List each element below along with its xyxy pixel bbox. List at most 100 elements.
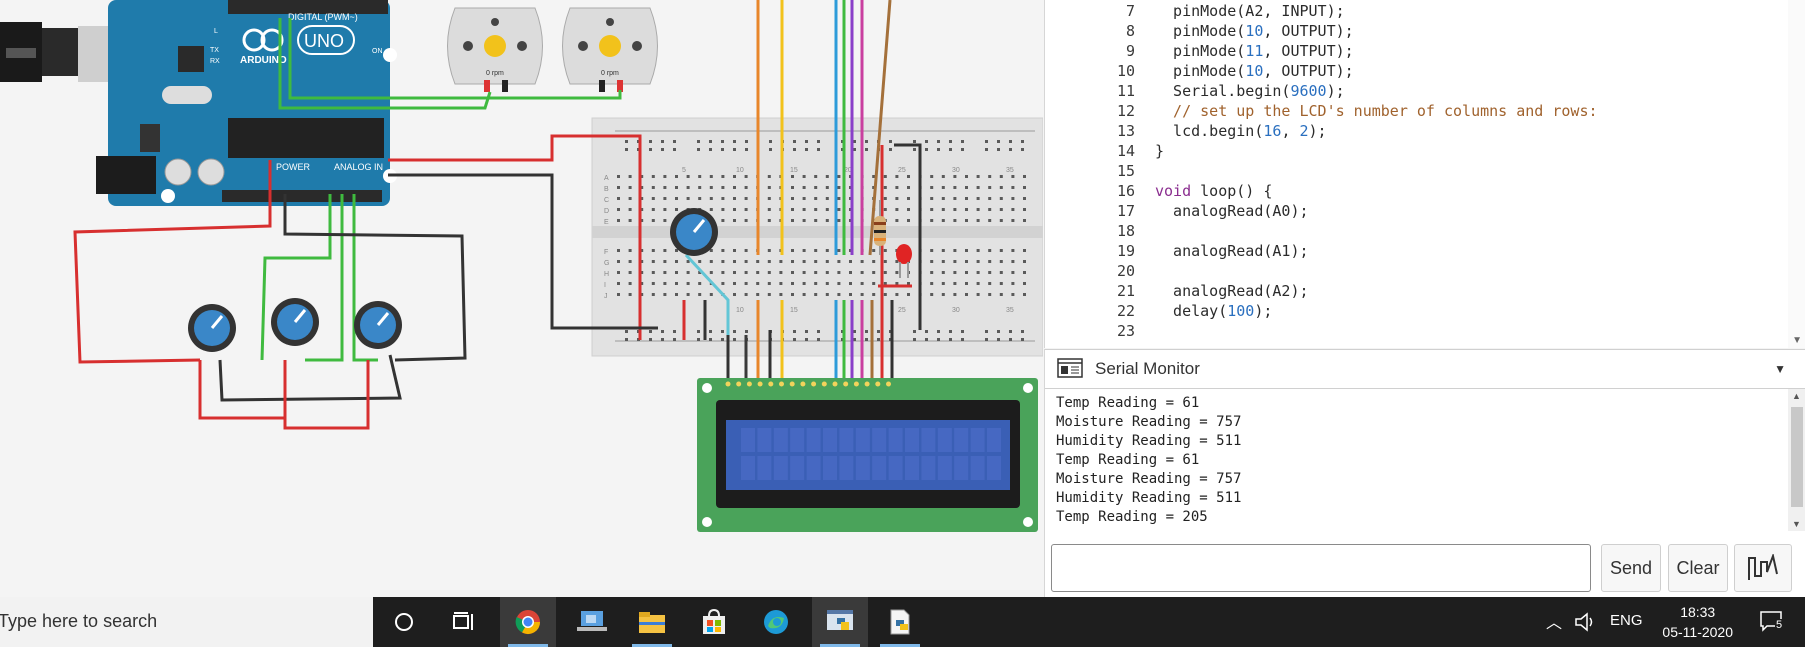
lcd-16x2[interactable] [697, 378, 1038, 532]
motor-2-rpm: 0 rpm [601, 70, 619, 77]
svg-text:35: 35 [1006, 307, 1014, 314]
potentiometer-breadboard[interactable] [670, 208, 718, 256]
svg-text:I: I [604, 282, 606, 289]
analog-in-label: ANALOG IN [334, 162, 383, 172]
potentiometer-3[interactable] [354, 301, 402, 349]
line-number: 21 [1116, 282, 1135, 300]
code-text: pinMode(10, OUTPUT); [1155, 22, 1354, 40]
code-text: analogRead(A2); [1155, 282, 1309, 300]
python-file-icon [890, 609, 910, 635]
code-text: lcd.begin(16, 2); [1155, 122, 1327, 140]
graph-button[interactable] [1734, 544, 1792, 592]
editor-scrollbar[interactable]: ▼ [1788, 0, 1805, 348]
dc-motor-2[interactable] [562, 7, 658, 92]
svg-text:25: 25 [898, 167, 906, 174]
line-number: 10 [1116, 62, 1135, 80]
store-icon [703, 608, 725, 634]
motor-1-rpm: 0 rpm [486, 70, 504, 77]
l-label: L [214, 28, 218, 35]
line-number: 22 [1116, 302, 1135, 320]
edge-button[interactable] [748, 597, 804, 647]
line-number: 15 [1116, 162, 1135, 180]
line-number: 16 [1116, 182, 1135, 200]
windows-taskbar: Type here to search ︿ ENG 18:33 05-11-20… [0, 597, 1805, 647]
serial-output-line: Temp Reading = 205 [1056, 509, 1208, 525]
code-editor[interactable]: 7 pinMode(A2, INPUT); 8 pinMode(10, OUTPU… [1044, 0, 1805, 348]
svg-text:30: 30 [952, 307, 960, 314]
serial-input[interactable] [1051, 544, 1591, 592]
chrome-taskbar-button[interactable] [500, 597, 556, 647]
clock-time: 18:33 [1680, 604, 1716, 620]
chevron-up-icon[interactable]: ︿ [1546, 609, 1562, 633]
svg-text:C: C [604, 197, 609, 204]
line-number: 13 [1116, 122, 1135, 140]
tx-label: TX [210, 47, 219, 54]
breadboard[interactable] [591, 117, 1043, 357]
python-file-button[interactable] [872, 597, 928, 647]
svg-text:35: 35 [1006, 167, 1014, 174]
code-text: Serial.begin(9600); [1155, 82, 1345, 100]
file-explorer-icon [639, 612, 665, 633]
scroll-down-arrow-icon[interactable]: ▼ [1792, 335, 1802, 346]
file-explorer-button[interactable] [624, 597, 680, 647]
code-text: pinMode(A2, INPUT); [1155, 2, 1345, 20]
code-text: delay(100); [1155, 302, 1273, 320]
cortana-button[interactable] [376, 597, 432, 647]
svg-text:A: A [604, 175, 609, 182]
send-button[interactable]: Send [1601, 544, 1661, 592]
line-number: 14 [1116, 142, 1135, 160]
scroll-up-arrow-icon[interactable]: ▲ [1792, 391, 1801, 401]
svg-text:D: D [604, 208, 609, 215]
code-text: analogRead(A1); [1155, 242, 1309, 260]
serial-output-scrollbar[interactable]: ▲ ▼ [1788, 389, 1805, 531]
scroll-thumb[interactable] [1791, 407, 1803, 507]
code-text: analogRead(A0); [1155, 202, 1309, 220]
svg-text:10: 10 [736, 167, 744, 174]
arduino-uno-board[interactable] [96, 0, 397, 206]
serial-monitor-window-icon [1057, 358, 1083, 378]
taskbar-search-box[interactable]: Type here to search [0, 597, 373, 647]
serial-monitor-panel: Serial Monitor ▼ Temp Reading = 61 Moistu… [1044, 349, 1805, 597]
power-label: POWER [276, 162, 311, 172]
line-number: 17 [1116, 202, 1135, 220]
potentiometer-1[interactable] [188, 304, 236, 352]
dc-motor-1[interactable] [447, 7, 543, 92]
svg-text:H: H [604, 271, 609, 278]
serial-monitor-title: Serial Monitor [1095, 359, 1200, 378]
line-number: 12 [1116, 102, 1135, 120]
potentiometer-2[interactable] [271, 298, 319, 346]
store-button[interactable] [686, 597, 742, 647]
code-text: } [1155, 142, 1165, 160]
serial-monitor-header[interactable]: Serial Monitor ▼ [1045, 349, 1805, 389]
digital-label: DIGITAL (PWM~) [288, 12, 358, 22]
circuit-canvas[interactable]: UNO ARDUINO DIGITAL (PWM~) POWER ANALOG … [0, 0, 1043, 597]
on-label: ON [372, 48, 383, 55]
task-view-button[interactable] [436, 597, 492, 647]
notification-center-button[interactable]: 5 [1759, 609, 1785, 638]
taskbar-clock[interactable]: 18:33 05-11-2020 [1662, 602, 1733, 642]
chevron-down-icon[interactable]: ▼ [1774, 362, 1786, 376]
line-number: 18 [1116, 222, 1135, 240]
svg-text:E: E [604, 219, 609, 226]
serial-output-line: Temp Reading = 61 [1056, 452, 1200, 468]
speaker-icon[interactable] [1574, 611, 1596, 633]
language-indicator[interactable]: ENG [1610, 612, 1643, 629]
line-number: 20 [1116, 262, 1135, 280]
code-text: pinMode(10, OUTPUT); [1155, 62, 1354, 80]
serial-output-line: Humidity Reading = 511 [1056, 490, 1242, 506]
line-number: 19 [1116, 242, 1135, 260]
rx-label: RX [210, 58, 220, 65]
scroll-down-arrow-icon[interactable]: ▼ [1792, 519, 1801, 529]
desktop-app-icon [577, 611, 607, 631]
clear-button[interactable]: Clear [1668, 544, 1728, 592]
line-number: 7 [1125, 2, 1135, 20]
chrome-icon [515, 610, 540, 635]
line-number: 8 [1125, 22, 1135, 40]
code-text: void loop() { [1155, 182, 1273, 200]
serial-output-line: Moisture Reading = 757 [1056, 414, 1242, 430]
clock-date: 05-11-2020 [1662, 624, 1733, 640]
desktop-app-button[interactable] [564, 597, 620, 647]
graph-icon [1748, 554, 1778, 580]
python-idle-button[interactable] [812, 597, 868, 647]
svg-text:30: 30 [952, 167, 960, 174]
